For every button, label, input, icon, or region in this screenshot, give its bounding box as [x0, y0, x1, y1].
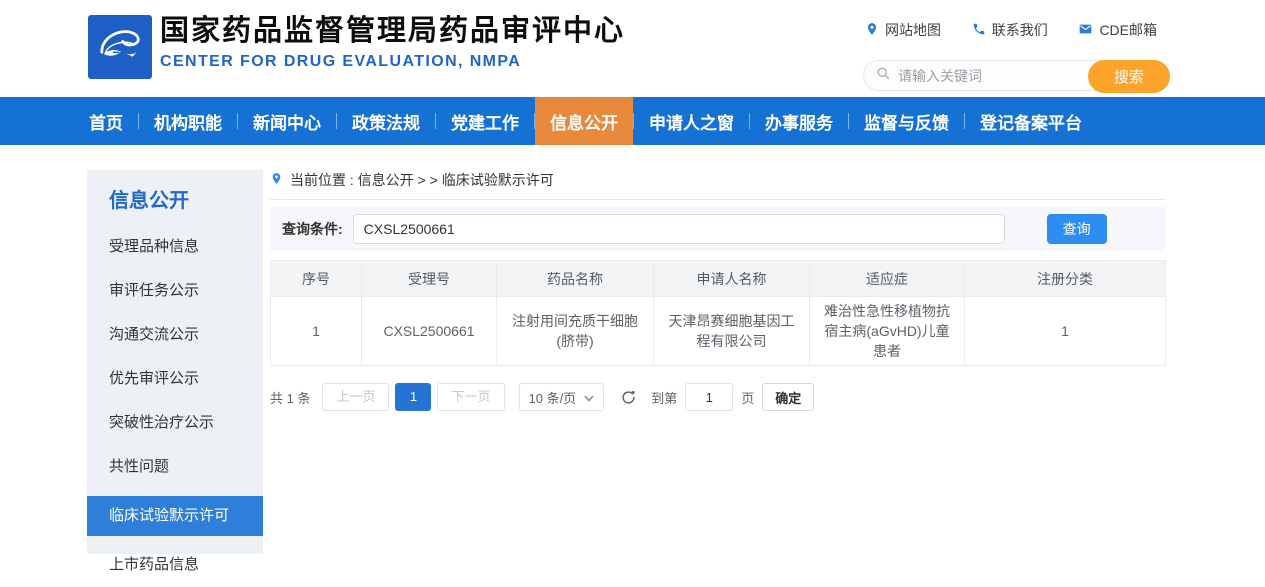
nav-item-info-disclosure[interactable]: 信息公开 [535, 97, 633, 145]
breadcrumb-text: 当前位置 : 信息公开 > > 临床试验默示许可 [290, 170, 554, 190]
col-header-acceptance-no: 受理号 [362, 261, 497, 297]
nav-item-org-functions[interactable]: 机构职能 [139, 97, 237, 145]
sitemap-link-label: 网站地图 [885, 20, 941, 40]
main-content: 当前位置 : 信息公开 > > 临床试验默示许可 查询条件: 查询 序号 受理号… [270, 170, 1166, 411]
table-row: 1 CXSL2500661 注射用间充质干细胞(脐带) 天津昂赛细胞基因工程有限… [271, 297, 1166, 366]
sidebar-item-priority-review[interactable]: 优先审评公示 [87, 357, 263, 401]
breadcrumb-pin-icon [270, 171, 283, 189]
sidebar-item-marketed-drug-info[interactable]: 上市药品信息 [87, 543, 263, 587]
phone-icon [972, 22, 986, 39]
results-table: 序号 受理号 药品名称 申请人名称 适应症 注册分类 1 CXSL2500661… [270, 260, 1166, 366]
cde-mailbox-link-label: CDE邮箱 [1099, 20, 1157, 40]
pagination: 共 1 条 上一页 1 下一页 10 条/页 到第 页 确定 [270, 383, 1166, 411]
breadcrumb: 当前位置 : 信息公开 > > 临床试验默示许可 [270, 170, 1166, 200]
page-size-value: 10 条/页 [529, 388, 577, 407]
nav-item-home[interactable]: 首页 [74, 97, 138, 145]
sitemap-link[interactable]: 网站地图 [865, 20, 941, 40]
contact-us-link[interactable]: 联系我们 [972, 20, 1048, 40]
site-title: 国家药品监督管理局药品审评中心 [160, 14, 625, 48]
chevron-down-icon [584, 390, 594, 405]
nav-item-registration-platform[interactable]: 登记备案平台 [965, 97, 1097, 145]
query-bar: 查询条件: 查询 [270, 207, 1166, 251]
site-search: 搜索 [863, 60, 1170, 91]
col-header-applicant: 申请人名称 [654, 261, 810, 297]
sidebar-title: 信息公开 [87, 170, 263, 225]
nav-item-services[interactable]: 办事服务 [750, 97, 848, 145]
goto-page-label: 到第 [651, 388, 677, 407]
cell-acceptance-no: CXSL2500661 [362, 297, 497, 366]
nav-item-policies[interactable]: 政策法规 [337, 97, 435, 145]
table-header-row: 序号 受理号 药品名称 申请人名称 适应症 注册分类 [271, 261, 1166, 297]
prev-page-button[interactable]: 上一页 [322, 383, 389, 411]
col-header-registration-class: 注册分类 [965, 261, 1166, 297]
eagle-swoosh-icon [91, 16, 149, 79]
sidebar-item-common-issues[interactable]: 共性问题 [87, 445, 263, 489]
main-nav: 首页 机构职能 新闻中心 政策法规 党建工作 信息公开 申请人之窗 办事服务 监… [0, 97, 1265, 145]
nav-item-news-center[interactable]: 新闻中心 [238, 97, 336, 145]
search-icon [876, 66, 891, 86]
sidebar-item-communication[interactable]: 沟通交流公示 [87, 313, 263, 357]
query-condition-input[interactable] [353, 214, 1005, 244]
cell-indication: 难治性急性移植物抗宿主病(aGvHD)儿童患者 [810, 297, 965, 366]
sidebar-item-clinical-trial-implied-license[interactable]: 临床试验默示许可 [87, 496, 263, 536]
next-page-button[interactable]: 下一页 [437, 383, 504, 411]
sidebar: 信息公开 受理品种信息 审评任务公示 沟通交流公示 优先审评公示 突破性治疗公示… [87, 170, 263, 554]
nav-item-party-building[interactable]: 党建工作 [436, 97, 534, 145]
confirm-button[interactable]: 确定 [762, 383, 814, 411]
col-header-seq: 序号 [271, 261, 362, 297]
cde-mailbox-link[interactable]: CDE邮箱 [1078, 20, 1157, 40]
envelope-icon [1078, 22, 1093, 39]
brand-block: 国家药品监督管理局药品审评中心 CENTER FOR DRUG EVALUATI… [160, 14, 625, 71]
col-header-indication: 适应症 [810, 261, 965, 297]
contact-us-link-label: 联系我们 [992, 20, 1048, 40]
header-quick-links: 网站地图 联系我们 CDE邮箱 [865, 20, 1157, 40]
col-header-drug-name: 药品名称 [497, 261, 654, 297]
nav-item-applicant-window[interactable]: 申请人之窗 [634, 97, 749, 145]
sidebar-item-accepted-varieties[interactable]: 受理品种信息 [87, 225, 263, 269]
query-condition-label: 查询条件: [282, 219, 343, 239]
sidebar-item-breakthrough-therapy[interactable]: 突破性治疗公示 [87, 401, 263, 445]
cell-applicant: 天津昂赛细胞基因工程有限公司 [654, 297, 810, 366]
cde-logo [88, 15, 152, 79]
location-pin-icon [865, 22, 879, 39]
query-button[interactable]: 查询 [1047, 214, 1107, 244]
cell-seq: 1 [271, 297, 362, 366]
goto-page-input[interactable] [685, 383, 733, 411]
page-number-button[interactable]: 1 [395, 383, 431, 411]
total-count-label: 共 1 条 [270, 388, 310, 407]
cell-registration-class: 1 [965, 297, 1166, 366]
search-button[interactable]: 搜索 [1088, 60, 1170, 93]
site-subtitle: CENTER FOR DRUG EVALUATION, NMPA [160, 53, 625, 71]
cell-drug-name: 注射用间充质干细胞(脐带) [497, 297, 654, 366]
nav-item-supervision-feedback[interactable]: 监督与反馈 [849, 97, 964, 145]
site-header: 国家药品监督管理局药品审评中心 CENTER FOR DRUG EVALUATI… [0, 0, 1265, 97]
goto-page-unit: 页 [741, 388, 754, 407]
sidebar-item-review-tasks[interactable]: 审评任务公示 [87, 269, 263, 313]
refresh-icon[interactable] [620, 389, 637, 406]
page-size-select[interactable]: 10 条/页 [519, 383, 605, 411]
